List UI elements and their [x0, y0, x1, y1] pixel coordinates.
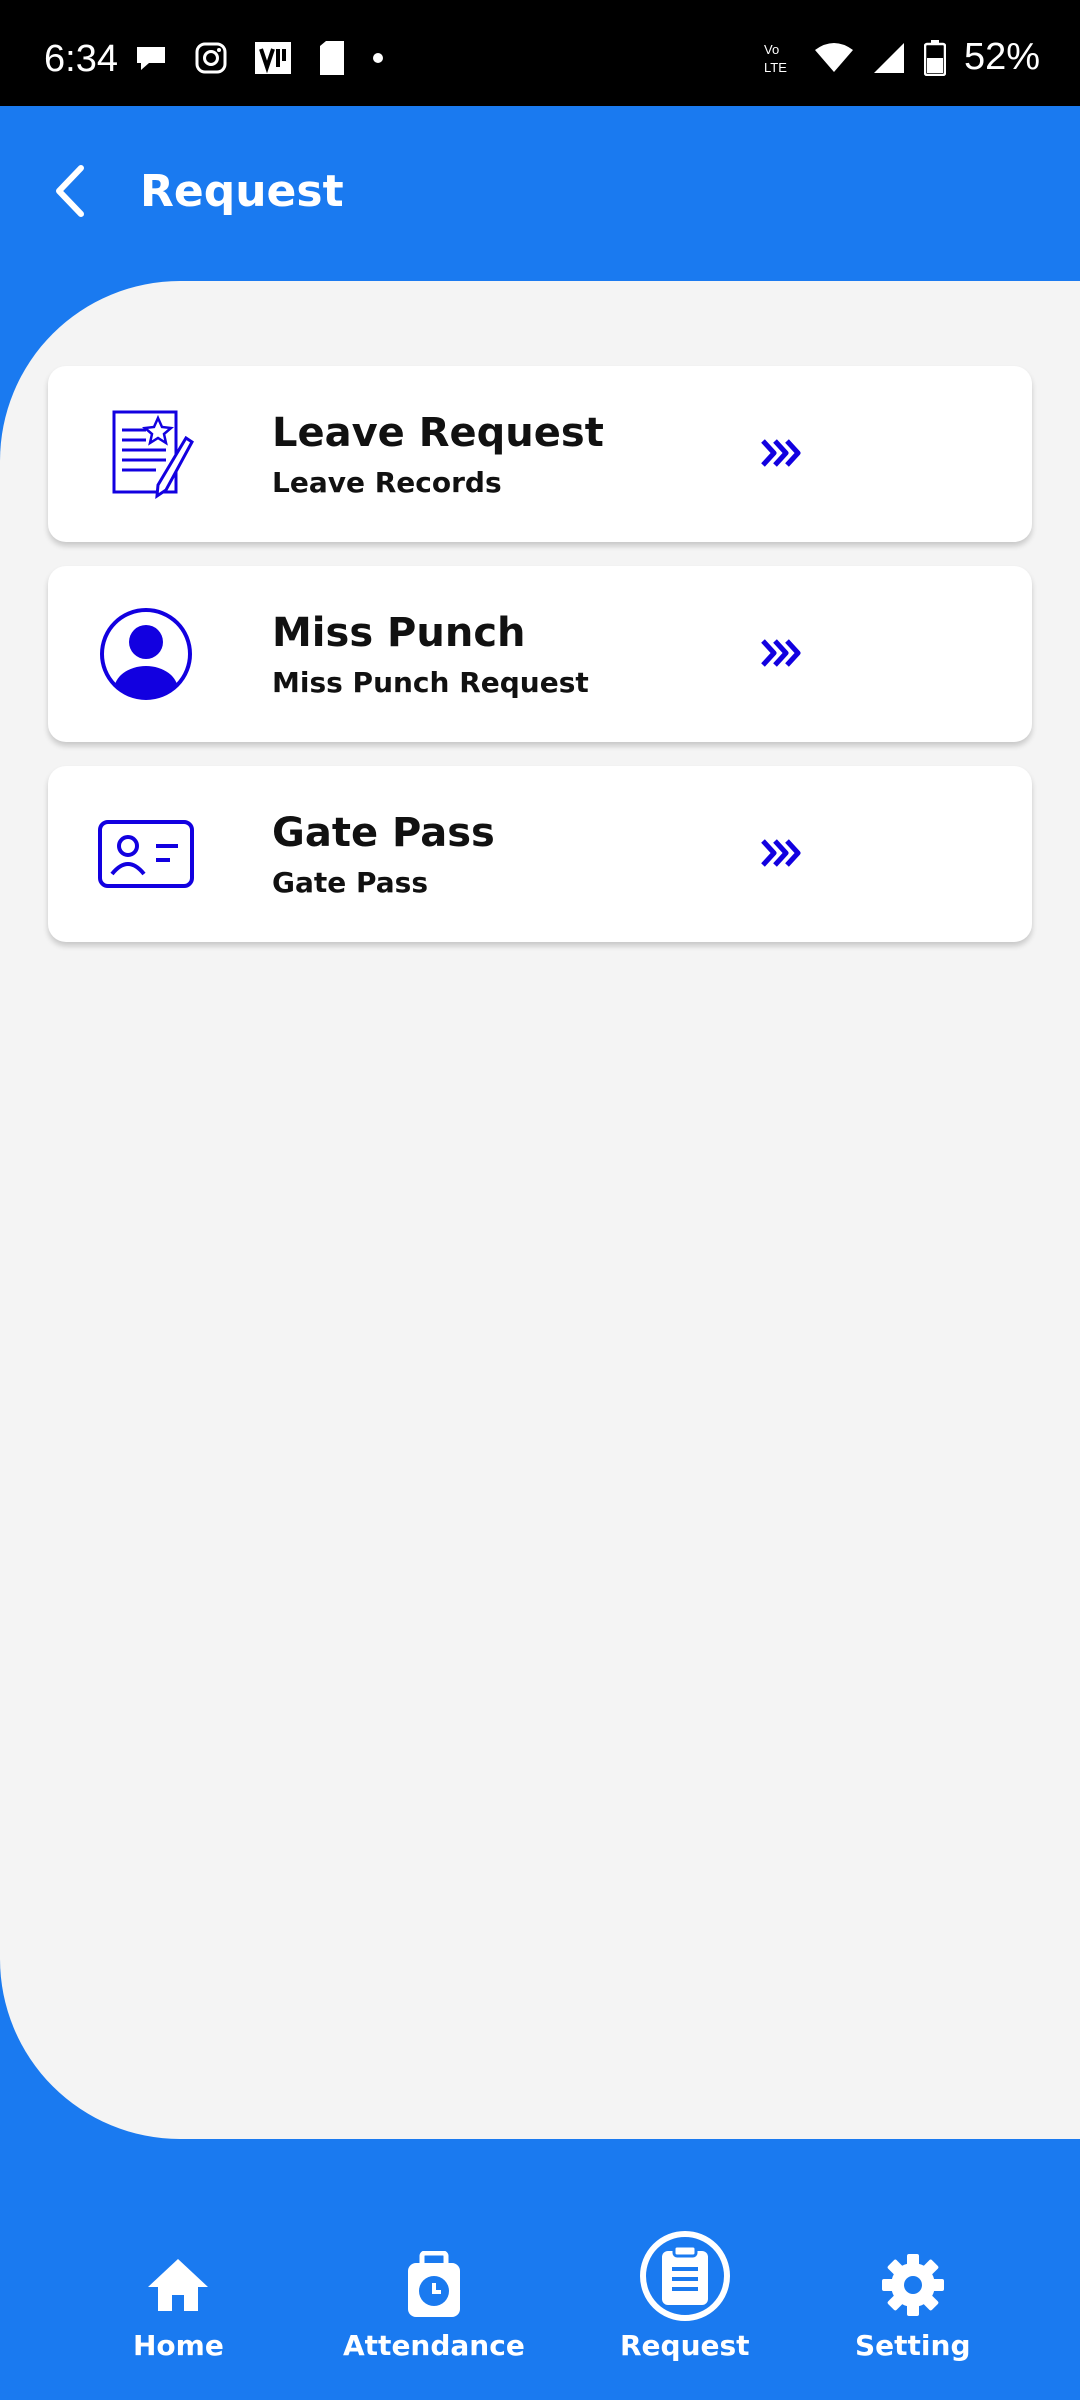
chevron-left-icon: [56, 165, 84, 217]
triple-chevron-right-icon: [761, 639, 801, 667]
card-title: Miss Punch: [272, 610, 526, 656]
nav-label: Attendance: [343, 2329, 525, 2362]
id-card-icon: [96, 804, 196, 904]
nav-setting[interactable]: Setting: [855, 2249, 971, 2362]
document-pen-icon: [96, 404, 196, 504]
signal-icon: [873, 42, 904, 73]
instagram-icon: [195, 42, 227, 74]
clock-bag-icon: [398, 2249, 470, 2321]
chat-icon: [137, 47, 165, 70]
card-subtitle: Gate Pass: [272, 866, 428, 899]
leave-request-card[interactable]: Leave Request Leave Records: [48, 366, 1032, 542]
nav-label: Request: [620, 2329, 750, 2362]
nav-home[interactable]: Home: [133, 2249, 224, 2362]
user-circle-icon: [96, 604, 196, 704]
more-dot-icon: [373, 53, 383, 63]
nav-request[interactable]: Request: [620, 2231, 750, 2362]
volte-icon: Vo LTE: [764, 42, 787, 75]
triple-chevron-right-icon: [761, 839, 801, 867]
nav-label: Home: [133, 2329, 224, 2362]
back-button[interactable]: [40, 156, 100, 226]
battery-percent: 52%: [963, 36, 1040, 78]
card-subtitle: Leave Records: [272, 466, 502, 499]
system-icons: Vo LTE 52%: [762, 36, 1040, 79]
bottom-navigation: Home Attendance Request Setting: [0, 2139, 1080, 2400]
clipboard-icon: [661, 2245, 708, 2305]
nav-label: Setting: [855, 2329, 971, 2362]
wifi-icon: [814, 42, 853, 72]
content-panel: Leave Request Leave Records Miss Punch M…: [0, 281, 1080, 2139]
nav-attendance[interactable]: Attendance: [343, 2249, 525, 2362]
triple-chevron-right-icon: [761, 439, 801, 467]
card-title: Leave Request: [272, 410, 604, 456]
status-time: 6:34: [44, 38, 118, 80]
svg-text:Vo: Vo: [764, 42, 779, 57]
miss-punch-card[interactable]: Miss Punch Miss Punch Request: [48, 566, 1032, 742]
svg-text:LTE: LTE: [764, 60, 787, 75]
notification-icons: [134, 40, 384, 76]
card-title: Gate Pass: [272, 810, 495, 856]
gear-icon: [877, 2249, 949, 2321]
card-subtitle: Miss Punch Request: [272, 666, 589, 699]
vi-icon: [255, 42, 291, 74]
sim-card-icon: [320, 41, 344, 75]
home-icon: [142, 2249, 214, 2321]
status-bar: 6:34 Vo LTE 52%: [0, 0, 1080, 106]
active-indicator: [639, 2231, 730, 2321]
gate-pass-card[interactable]: Gate Pass Gate Pass: [48, 766, 1032, 942]
page-title: Request: [140, 166, 344, 217]
app-header: Request: [0, 106, 1080, 282]
battery-icon: [923, 39, 946, 76]
